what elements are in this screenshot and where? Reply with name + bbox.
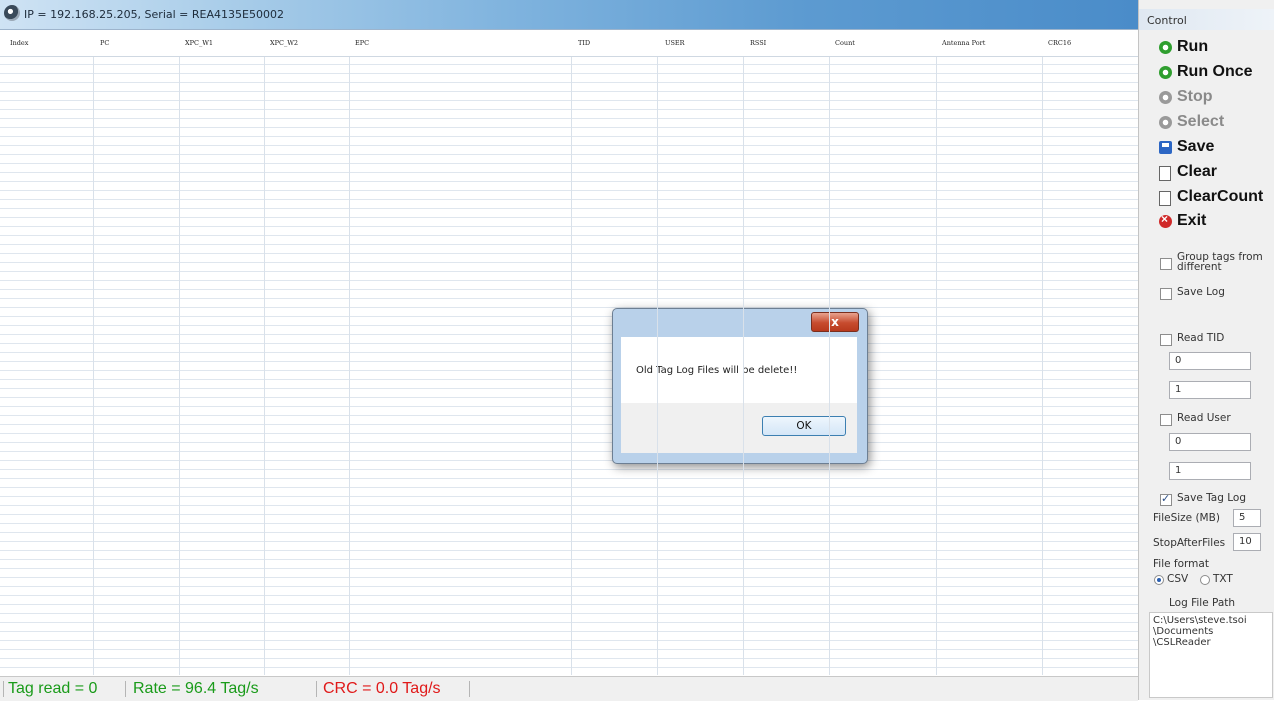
- read-tid-label: Read TID: [1177, 332, 1225, 344]
- clear-count-button-label: ClearCount: [1177, 188, 1264, 205]
- status-separator: [469, 681, 470, 697]
- column-header-epc[interactable]: EPC: [355, 39, 369, 47]
- play-icon: [1159, 66, 1172, 79]
- user-offset-input[interactable]: 0: [1169, 433, 1251, 451]
- title-bar: IP = 192.168.25.205, Serial = REA4135E50…: [0, 0, 1138, 30]
- column-header-tid[interactable]: TID: [578, 39, 590, 47]
- save-log-label: Save Log: [1177, 286, 1225, 298]
- column-header-count[interactable]: Count: [835, 39, 855, 47]
- status-separator: [316, 681, 317, 697]
- column-header-index[interactable]: Index: [10, 39, 28, 47]
- log-file-path-field[interactable]: C:\Users\steve.tsoi \Documents \CSLReade…: [1149, 612, 1273, 698]
- column-divider: [93, 30, 94, 675]
- status-separator: [125, 681, 126, 697]
- table-header: Index PC XPC_W1 XPC_W2 EPC TID USER RSSI…: [0, 30, 1138, 57]
- tag-read-status: Tag read = 0: [8, 680, 98, 697]
- save-button-label: Save: [1177, 138, 1215, 155]
- file-size-input[interactable]: 5: [1233, 509, 1261, 527]
- status-bar: Tag read = 0 Rate = 96.4 Tag/s CRC = 0.0…: [0, 676, 1138, 701]
- control-panel-title: Control: [1139, 9, 1274, 30]
- floppy-disk-icon: [1159, 141, 1172, 154]
- close-button[interactable]: x: [811, 312, 859, 332]
- window-title: IP = 192.168.25.205, Serial = REA4135E50…: [24, 8, 284, 21]
- column-divider: [657, 30, 658, 675]
- column-divider: [743, 30, 744, 675]
- stop-after-files-label: StopAfterFiles: [1153, 537, 1226, 549]
- column-divider: [264, 30, 265, 675]
- save-log-checkbox[interactable]: [1160, 288, 1172, 300]
- column-header-antenna-port[interactable]: Antenna Port: [942, 39, 985, 47]
- tid-length-input[interactable]: 1: [1169, 381, 1251, 399]
- user-length-input[interactable]: 1: [1169, 462, 1251, 480]
- file-format-label: File format: [1153, 558, 1209, 570]
- group-tags-checkbox[interactable]: [1160, 258, 1172, 270]
- log-file-path-label: Log File Path: [1169, 597, 1236, 609]
- tid-offset-input[interactable]: 0: [1169, 352, 1251, 370]
- select-button-label: Select: [1177, 113, 1225, 130]
- column-divider: [349, 30, 350, 675]
- crc-status: CRC = 0.0 Tag/s: [323, 680, 441, 697]
- stop-after-files-input[interactable]: 10: [1233, 533, 1261, 551]
- column-divider: [1042, 30, 1043, 675]
- select-icon: [1159, 116, 1172, 129]
- column-header-xpc-w2[interactable]: XPC_W2: [270, 39, 298, 47]
- file-size-label: FileSize (MB): [1153, 512, 1220, 524]
- group-tags-label: Group tags from different: [1177, 252, 1263, 273]
- csv-radio-label: CSV: [1167, 573, 1189, 585]
- play-icon: [1159, 41, 1172, 54]
- column-header-pc[interactable]: PC: [100, 39, 109, 47]
- column-header-rssi[interactable]: RSSI: [750, 39, 766, 47]
- blank-page-icon: [1159, 191, 1171, 206]
- status-separator: [3, 681, 4, 697]
- column-divider: [829, 30, 830, 675]
- dialog-message: Old Tag Log Files will be delete!!: [636, 365, 798, 376]
- read-user-checkbox[interactable]: [1160, 414, 1172, 426]
- read-user-label: Read User: [1177, 412, 1231, 424]
- csv-radio[interactable]: [1154, 575, 1164, 585]
- control-title-label: Control: [1147, 14, 1187, 27]
- close-circle-icon: [1159, 212, 1172, 228]
- save-tag-log-label: Save Tag Log: [1177, 492, 1246, 504]
- column-divider: [571, 30, 572, 675]
- run-once-button-label: Run Once: [1177, 63, 1253, 80]
- app-icon: [4, 5, 20, 21]
- stop-button-label: Stop: [1177, 88, 1213, 105]
- ok-button[interactable]: OK: [762, 416, 846, 436]
- stop-icon: [1159, 91, 1172, 104]
- clear-button-label: Clear: [1177, 163, 1218, 180]
- save-tag-log-checkbox[interactable]: [1160, 492, 1172, 506]
- column-header-xpc-w1[interactable]: XPC_W1: [185, 39, 213, 47]
- column-divider: [179, 30, 180, 675]
- tag-table[interactable]: Index PC XPC_W1 XPC_W2 EPC TID USER RSSI…: [0, 30, 1138, 675]
- column-header-crc16[interactable]: CRC16: [1048, 39, 1071, 47]
- column-header-user[interactable]: USER: [665, 39, 685, 47]
- control-panel: Control Run Run Once Stop Select Save Cl…: [1138, 0, 1274, 700]
- read-tid-checkbox[interactable]: [1160, 334, 1172, 346]
- blank-page-icon: [1159, 166, 1171, 181]
- txt-radio-label: TXT: [1213, 573, 1233, 585]
- column-divider: [936, 30, 937, 675]
- exit-button-label: Exit: [1177, 212, 1207, 229]
- rate-status: Rate = 96.4 Tag/s: [133, 680, 259, 697]
- run-button-label: Run: [1177, 38, 1209, 55]
- txt-radio[interactable]: [1200, 575, 1210, 585]
